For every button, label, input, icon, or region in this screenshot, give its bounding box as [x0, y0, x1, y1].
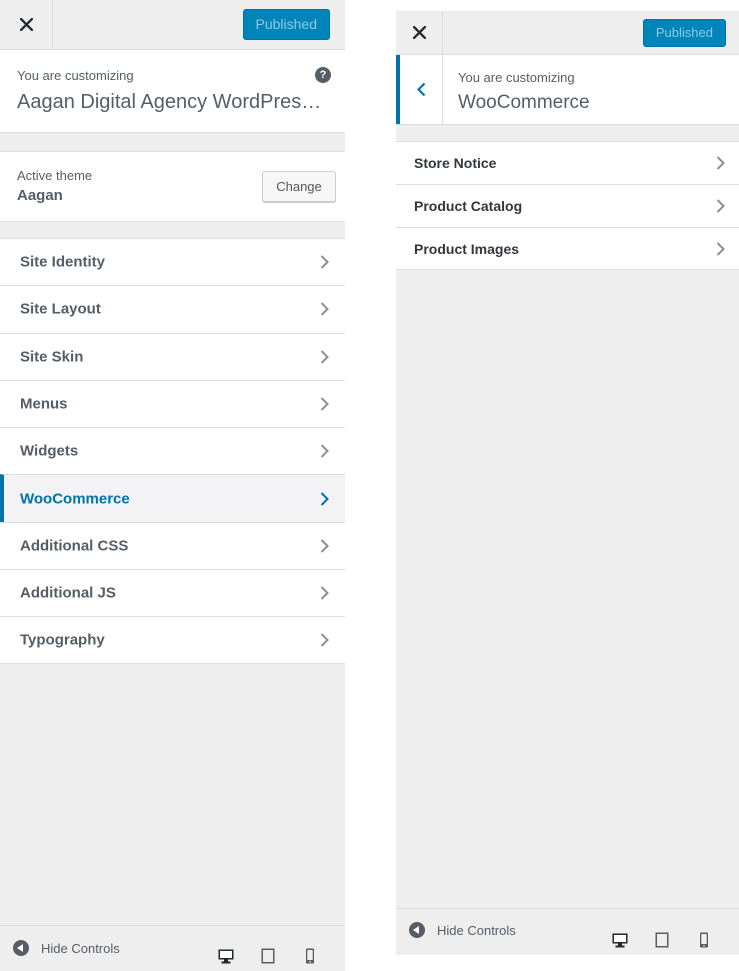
section-label: Additional CSS: [20, 537, 129, 555]
section-store-notice[interactable]: Store Notice: [396, 141, 739, 184]
section-title: WooCommerce: [458, 92, 590, 113]
section-typography[interactable]: Typography: [0, 616, 345, 664]
device-preview-buttons: [205, 945, 331, 967]
tablet-icon: [261, 948, 275, 964]
chevron-right-icon: [320, 255, 329, 269]
preview-desktop-button[interactable]: [205, 945, 247, 967]
close-button[interactable]: [0, 0, 53, 49]
change-theme-button[interactable]: Change: [262, 171, 336, 202]
mobile-icon: [700, 932, 708, 948]
chevron-right-icon: [716, 241, 725, 256]
section-label: WooCommerce: [20, 490, 130, 508]
chevron-right-icon: [320, 539, 329, 553]
tablet-icon: [655, 932, 669, 948]
collapse-icon: [13, 940, 29, 956]
section-label: Additional JS: [20, 584, 116, 602]
customizing-info: You are customizing Aagan Digital Agency…: [0, 50, 345, 133]
customizer-panel-main: Published You are customizing Aagan Digi…: [0, 0, 345, 971]
preview-tablet-button[interactable]: [641, 929, 683, 951]
back-button[interactable]: [396, 55, 443, 124]
hide-controls-label: Hide Controls: [41, 940, 120, 956]
preview-tablet-button[interactable]: [247, 945, 289, 967]
publish-button[interactable]: Published: [242, 9, 330, 40]
section-site-skin[interactable]: Site Skin: [0, 332, 345, 380]
preview-mobile-button[interactable]: [683, 929, 725, 951]
chevron-right-icon: [716, 156, 725, 170]
site-title: Aagan Digital Agency WordPres…: [17, 91, 322, 113]
chevron-right-icon: [320, 302, 329, 317]
customizer-footer: Hide Controls: [0, 925, 345, 971]
hide-controls-label: Hide Controls: [437, 922, 516, 938]
hide-controls-button[interactable]: Hide Controls: [409, 922, 516, 938]
close-icon: [412, 26, 426, 39]
section-header: You are customizing WooCommerce: [396, 55, 739, 125]
section-menus[interactable]: Menus: [0, 379, 345, 428]
chevron-right-icon: [320, 586, 329, 600]
section-widgets[interactable]: Widgets: [0, 427, 345, 475]
close-button[interactable]: [396, 11, 443, 54]
chevron-right-icon: [716, 199, 725, 213]
chevron-right-icon: [320, 397, 329, 411]
chevron-right-icon: [320, 633, 329, 647]
customizer-sections: Site Identity Site Layout Site Skin Menu…: [0, 238, 345, 664]
active-theme-name: Aagan: [17, 187, 63, 204]
chevron-right-icon: [320, 444, 329, 459]
customizer-header: Published: [396, 11, 739, 55]
customizer-panel-woocommerce: Published You are customizing WooCommerc…: [396, 11, 739, 955]
publish-button[interactable]: Published: [642, 19, 726, 47]
section-label: Site Identity: [20, 253, 106, 271]
section-label: Product Catalog: [414, 198, 523, 214]
preview-desktop-button[interactable]: [599, 929, 641, 951]
chevron-right-icon: [320, 350, 329, 364]
hide-controls-button[interactable]: Hide Controls: [13, 940, 120, 956]
desktop-icon: [612, 933, 628, 948]
section-label: Store Notice: [414, 155, 497, 171]
collapse-icon: [409, 922, 425, 938]
section-product-catalog[interactable]: Product Catalog: [396, 184, 739, 227]
customizer-header: Published: [0, 0, 345, 50]
section-woocommerce[interactable]: WooCommerce: [0, 474, 345, 522]
section-site-identity[interactable]: Site Identity: [0, 238, 345, 286]
section-additional-css[interactable]: Additional CSS: [0, 521, 345, 570]
device-preview-buttons: [599, 929, 725, 951]
customizing-label: You are customizing: [17, 68, 134, 83]
customizing-label: You are customizing: [458, 70, 575, 85]
section-label: Site Layout: [20, 300, 101, 318]
close-icon: [19, 18, 33, 31]
section-additional-js[interactable]: Additional JS: [0, 569, 345, 617]
help-icon[interactable]: ?: [315, 67, 331, 83]
section-label: Menus: [20, 395, 68, 413]
chevron-right-icon: [320, 491, 329, 506]
section-label: Site Skin: [20, 348, 84, 366]
customizer-footer: Hide Controls: [396, 908, 739, 955]
section-product-images[interactable]: Product Images: [396, 227, 739, 270]
section-label: Widgets: [20, 442, 79, 460]
active-theme-label: Active theme: [17, 168, 93, 183]
preview-mobile-button[interactable]: [289, 945, 331, 967]
section-label: Product Images: [414, 240, 520, 257]
woocommerce-sections: Store Notice Product Catalog Product Ima…: [396, 141, 739, 270]
chevron-left-icon: [416, 82, 425, 97]
desktop-icon: [218, 949, 234, 964]
active-theme-section: Active theme Aagan Change: [0, 151, 345, 222]
section-label: Typography: [20, 631, 105, 649]
section-site-layout[interactable]: Site Layout: [0, 285, 345, 333]
mobile-icon: [306, 948, 314, 964]
